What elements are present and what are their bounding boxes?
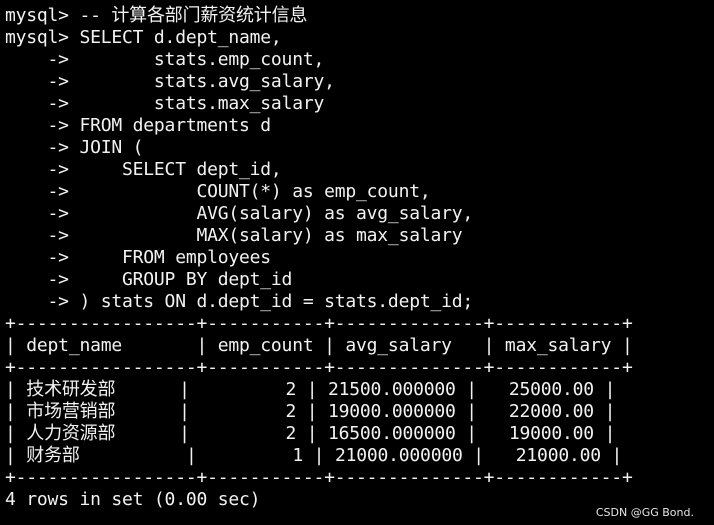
sql-line: -> COUNT(*) as emp_count, — [5, 181, 431, 202]
comment-line: mysql> -- 计算各部门薪资统计信息 — [5, 5, 308, 26]
sql-line: -> FROM employees — [5, 247, 272, 268]
sql-line: -> stats.max_salary — [5, 93, 325, 114]
sql-line: -> FROM departments d — [5, 115, 272, 136]
table-border: +-----------------+-----------+---------… — [5, 357, 633, 378]
table-row: | 市场营销部 | 2 | 19000.000000 | 22000.00 | — [5, 401, 616, 422]
watermark: CSDN @GG Bond. — [595, 506, 694, 519]
table-row: | 财务部 | 1 | 21000.000000 | 21000.00 | — [5, 445, 623, 466]
terminal-window: mysql> -- 计算各部门薪资统计信息 mysql> SELECT d.de… — [0, 0, 714, 525]
sql-line: -> AVG(salary) as avg_salary, — [5, 203, 474, 224]
sql-line: -> GROUP BY dept_id — [5, 269, 293, 290]
sql-line: -> ) stats ON d.dept_id = stats.dept_id; — [5, 291, 474, 312]
sql-line: -> SELECT dept_id, — [5, 159, 282, 180]
table-header: | dept_name | emp_count | avg_salary | m… — [5, 335, 633, 356]
table-border: +-----------------+-----------+---------… — [5, 467, 633, 488]
table-row: | 人力资源部 | 2 | 16500.000000 | 19000.00 | — [5, 423, 616, 444]
sql-line: -> stats.avg_salary, — [5, 71, 335, 92]
table-border: +-----------------+-----------+---------… — [5, 313, 633, 334]
sql-line: -> MAX(salary) as max_salary — [5, 225, 463, 246]
sql-line: -> JOIN ( — [5, 137, 144, 158]
sql-line: -> stats.emp_count, — [5, 49, 325, 70]
table-row: | 技术研发部 | 2 | 21500.000000 | 25000.00 | — [5, 379, 616, 400]
sql-line: mysql> SELECT d.dept_name, — [5, 27, 282, 48]
